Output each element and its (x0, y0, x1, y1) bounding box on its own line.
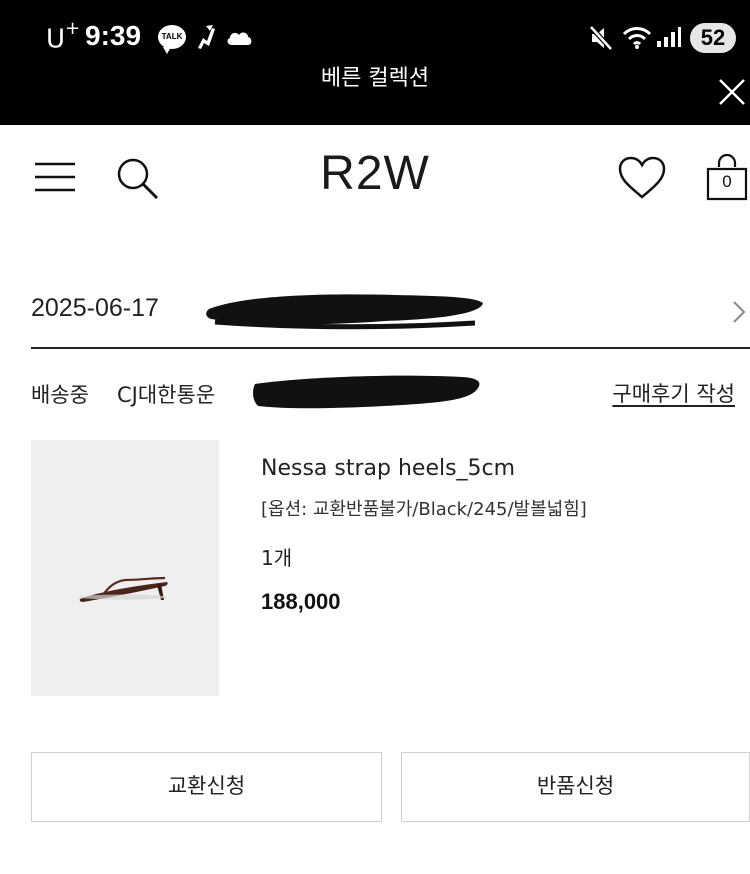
redaction-mark (253, 375, 480, 409)
cellular-signal-icon (657, 27, 681, 47)
redaction-mark (206, 294, 483, 330)
webview-title: 베른 컬렉션 (320, 66, 430, 91)
cart-count: 0 (722, 172, 732, 191)
product-option: [옵션: 교환반품불가/Black/245/발볼넓힘] (261, 499, 587, 520)
battery-indicator: 52 (690, 23, 736, 53)
exchange-request-button[interactable]: 교환신청 (31, 752, 382, 822)
return-request-button[interactable]: 반품신청 (401, 752, 750, 822)
carrier-label: U+ (46, 18, 81, 55)
product-image[interactable] (31, 440, 219, 696)
write-review-link[interactable]: 구매후기 작성 (612, 378, 735, 408)
product-quantity: 1개 (261, 546, 293, 570)
heart-icon[interactable] (617, 155, 667, 201)
delivery-status: 배송중 (31, 383, 89, 407)
menu-icon[interactable] (34, 161, 76, 193)
mute-icon (589, 25, 613, 51)
chevron-right-icon[interactable] (732, 300, 746, 324)
running-app-icon (198, 25, 215, 49)
courier-name: CJ대한통운 (117, 383, 216, 407)
brand-logo[interactable]: R2W (290, 146, 460, 201)
strap-sandal-image (79, 576, 168, 602)
close-icon[interactable] (716, 76, 748, 108)
kakaotalk-icon: TALK (158, 25, 186, 54)
divider (31, 347, 750, 349)
product-name[interactable]: Nessa strap heels_5cm (261, 456, 515, 481)
status-bar: U+ 9:39 TALK 52 베른 컬렉션 (0, 0, 750, 125)
product-price: 188,000 (261, 589, 341, 614)
wifi-icon (622, 27, 652, 49)
status-time: 9:39 (85, 20, 142, 51)
order-date: 2025-06-17 (31, 294, 159, 322)
cloud-icon (227, 32, 252, 45)
search-icon[interactable] (116, 157, 160, 201)
